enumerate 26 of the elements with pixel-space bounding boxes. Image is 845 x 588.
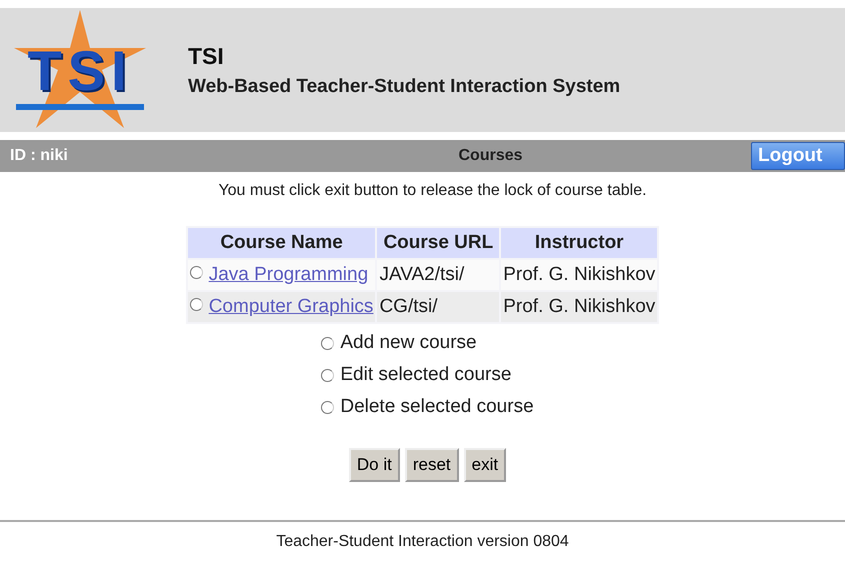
column-header: Instructor	[501, 228, 658, 258]
table-cell: CG/tsi/	[377, 292, 500, 322]
footer-text: Teacher-Student Interaction version 0804	[276, 533, 569, 551]
radio-button[interactable]	[321, 336, 334, 350]
course-link[interactable]: Computer Graphics	[208, 296, 374, 317]
radio-button[interactable]	[321, 368, 334, 382]
table-cell: JAVA2/tsi/	[377, 260, 500, 290]
table-cell: Prof. G. Nikishkov	[501, 292, 658, 322]
column-header: Course Name	[188, 228, 376, 258]
option-label: Add new course	[340, 332, 477, 354]
user-id: ID : niki	[10, 147, 69, 165]
table-cell: Prof. G. Nikishkov	[501, 260, 658, 290]
option-label: Delete selected course	[340, 396, 534, 418]
form-button[interactable]: reset	[404, 448, 459, 482]
option-label: Edit selected course	[340, 364, 512, 386]
site-title: TSI	[188, 42, 225, 70]
form-button[interactable]: Do it	[348, 448, 400, 482]
radio-button[interactable]	[321, 400, 334, 414]
notice-text: You must click exit button to release the lock of course table.	[218, 182, 647, 200]
radio-button[interactable]	[190, 266, 203, 279]
form-button[interactable]: exit	[464, 448, 506, 482]
radio-button[interactable]	[190, 298, 203, 311]
column-header: Course URL	[377, 228, 500, 258]
course-link[interactable]: Java Programming	[208, 264, 368, 285]
page-title: Courses	[458, 147, 523, 165]
site-subtitle: Web-Based Teacher-Student Interaction System	[188, 76, 620, 98]
